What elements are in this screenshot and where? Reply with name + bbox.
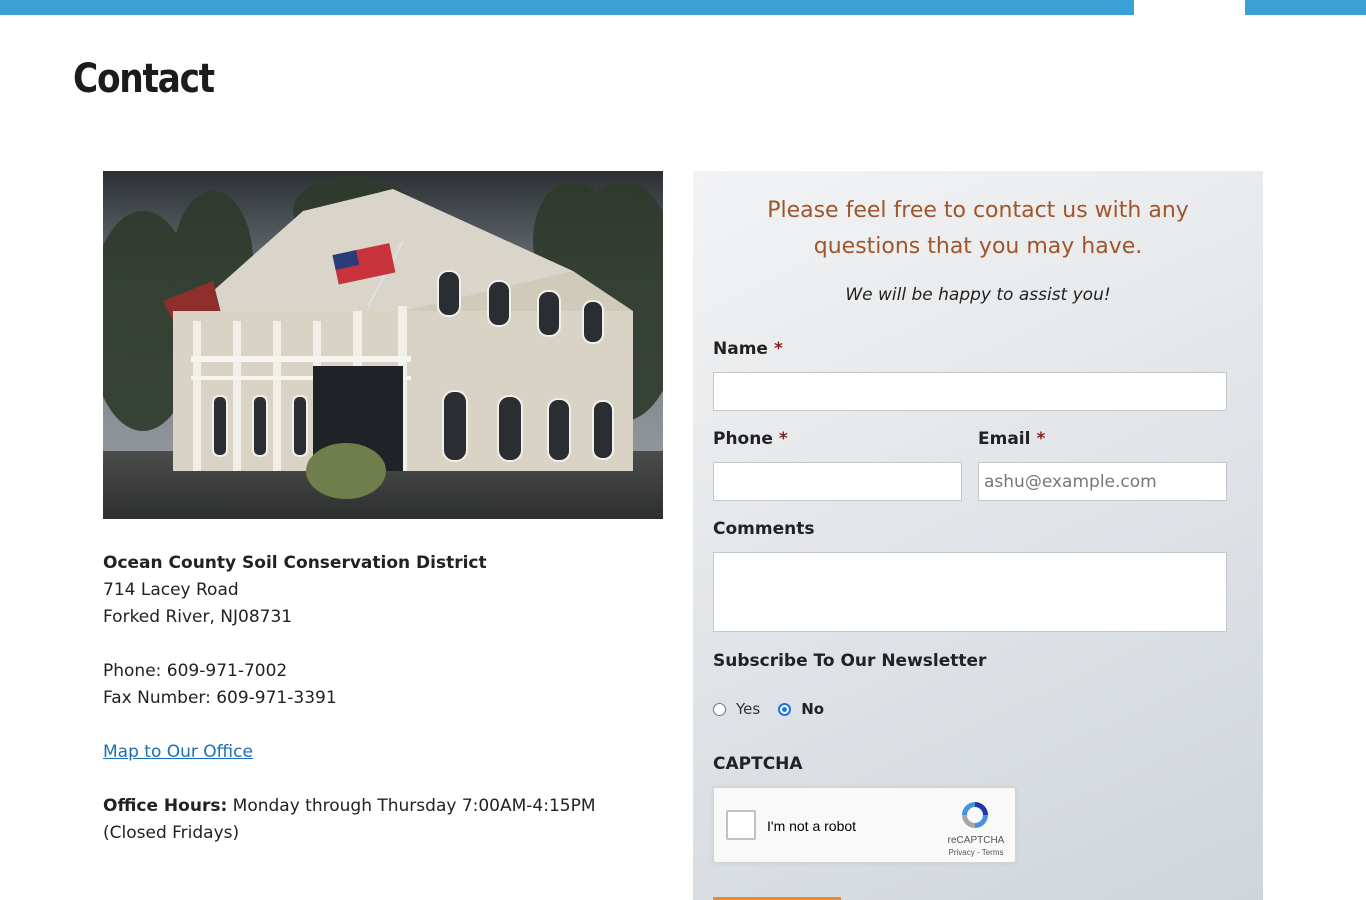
newsletter-yes-radio[interactable] [713, 702, 726, 716]
contact-form-panel: Please feel free to contact us with any … [693, 171, 1263, 900]
office-building-photo [103, 171, 663, 519]
comments-textarea[interactable] [713, 552, 1227, 632]
office-street: 714 Lacey Road [103, 580, 239, 600]
newsletter-radio-group: Yes No [713, 700, 842, 718]
form-subheading: We will be happy to assist you! [845, 285, 1111, 305]
phone-label: Phone * [713, 429, 788, 449]
captcha-label: CAPTCHA [713, 754, 803, 774]
recaptcha-logo-icon [962, 802, 988, 828]
email-label: Email * [978, 429, 1046, 449]
newsletter-label: Subscribe To Our Newsletter [713, 651, 987, 671]
office-city: Forked River, NJ08731 [103, 607, 293, 627]
page-title: Contact [73, 56, 215, 102]
name-label: Name * [713, 339, 783, 359]
phone-input[interactable] [713, 462, 962, 501]
recaptcha-checkbox[interactable] [726, 810, 756, 840]
recaptcha-brand: reCAPTCHA [947, 835, 1005, 846]
office-fax: Fax Number: 609-971-3391 [103, 688, 337, 708]
newsletter-no-label[interactable]: No [801, 700, 824, 718]
email-input[interactable] [978, 462, 1227, 501]
recaptcha-terms-link[interactable]: Privacy - Terms [936, 848, 1016, 857]
office-info: Ocean County Soil Conservation District … [103, 550, 663, 847]
office-name: Ocean County Soil Conservation District [103, 553, 487, 573]
office-phone: Phone: 609-971-7002 [103, 661, 288, 681]
newsletter-yes-label[interactable]: Yes [736, 700, 760, 718]
recaptcha-text: I'm not a robot [767, 818, 857, 834]
top-bar-gap [1134, 0, 1245, 15]
office-hours-label: Office Hours: [103, 796, 228, 816]
recaptcha-widget: I'm not a robot reCAPTCHA Privacy - Term… [713, 787, 1016, 863]
newsletter-no-radio[interactable] [778, 702, 792, 716]
office-hours: Office Hours: Monday through Thursday 7:… [103, 793, 663, 847]
name-input[interactable] [713, 372, 1227, 411]
comments-label: Comments [713, 519, 815, 539]
map-to-office-link[interactable]: Map to Our Office [103, 742, 253, 762]
form-heading: Please feel free to contact us with any … [767, 198, 1189, 259]
